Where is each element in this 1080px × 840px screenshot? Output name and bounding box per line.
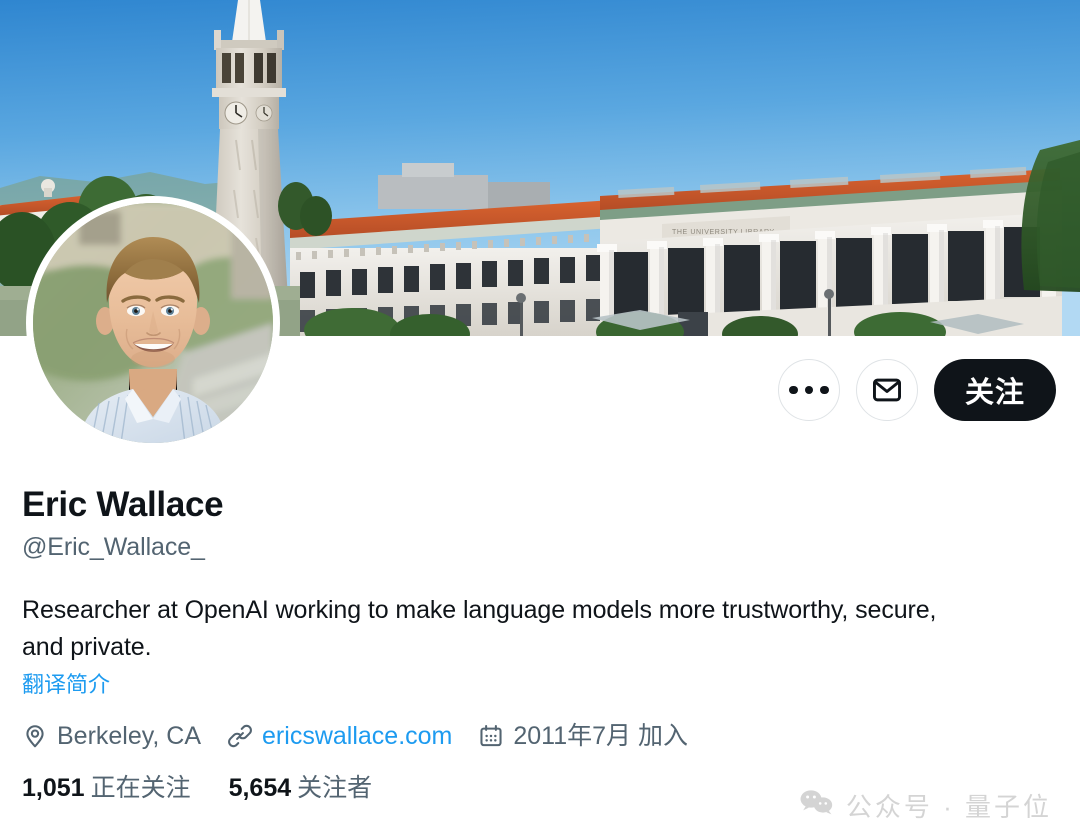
more-horizontal-icon — [789, 385, 829, 395]
joined-date-text: 2011年7月 加入 — [513, 722, 688, 750]
location-item: Berkeley, CA — [22, 720, 201, 752]
location-pin-icon — [22, 723, 48, 749]
avatar[interactable] — [26, 196, 280, 450]
following-label: 正在关注 — [90, 774, 191, 802]
profile-actions: 关注 — [778, 359, 1056, 421]
profile-stats: 1,051 正在关注 5,654 关注者 — [22, 772, 1032, 804]
message-button[interactable] — [856, 359, 918, 421]
profile-bio: Researcher at OpenAI working to make lan… — [22, 596, 937, 661]
followers-label: 关注者 — [297, 774, 373, 802]
profile-info: Eric Wallace @Eric_Wallace_ Researcher a… — [22, 484, 1032, 804]
avatar-image — [33, 203, 273, 443]
profile-metadata: Berkeley, CA ericswallace.com 2011年7月 加入 — [22, 720, 1032, 752]
translate-bio-link[interactable]: 翻译简介 — [22, 670, 110, 700]
followers-count: 5,654 — [228, 774, 292, 802]
follow-button[interactable]: 关注 — [934, 359, 1056, 421]
followers-stat[interactable]: 5,654 关注者 — [229, 772, 373, 804]
profile-page: THE UNIVERSITY LIBRARY 关注 Eric Wallace @… — [0, 0, 1080, 840]
link-icon — [227, 723, 253, 749]
more-options-button[interactable] — [778, 359, 840, 421]
following-count: 1,051 — [22, 774, 85, 802]
website-link[interactable]: ericswallace.com — [262, 720, 452, 752]
website-item[interactable]: ericswallace.com — [227, 720, 452, 752]
location-text: Berkeley, CA — [57, 722, 202, 750]
display-name: Eric Wallace — [22, 485, 224, 524]
username-handle: @Eric_Wallace_ — [22, 533, 205, 561]
envelope-icon — [872, 378, 901, 402]
calendar-icon — [478, 723, 504, 749]
joined-date-item: 2011年7月 加入 — [478, 720, 688, 752]
following-stat[interactable]: 1,051 正在关注 — [22, 772, 191, 804]
